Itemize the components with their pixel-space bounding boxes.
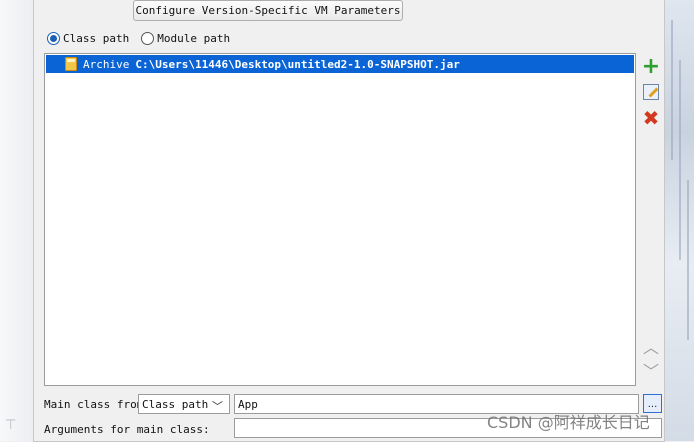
move-up-button[interactable]: ︿ (640, 337, 662, 359)
main-class-source-value: Class path (142, 397, 209, 411)
main-class-value: App (238, 397, 258, 411)
class-path-radio[interactable] (47, 31, 60, 45)
entry-path: C:\Users\11446\Desktop\untitled2-1.0-SNA… (135, 57, 460, 71)
jar-file-icon (65, 57, 77, 71)
remove-icon: ✖ (642, 106, 660, 130)
left-sidebar-edge: ┬ (0, 0, 33, 441)
move-down-button[interactable]: ﹀ (640, 361, 662, 383)
chevron-down-icon: ﹀ (212, 400, 223, 413)
move-down-icon: ﹀ (642, 362, 659, 381)
edit-entry-button[interactable] (640, 81, 662, 103)
move-up-icon: ︿ (642, 338, 659, 357)
module-path-radio-label[interactable]: Module path (157, 32, 230, 45)
main-class-from-label: Main class from (44, 398, 144, 411)
classpath-entries-list[interactable]: Archive C:\Users\11446\Desktop\untitled2… (44, 53, 636, 386)
background-artwork (665, 0, 694, 441)
remove-entry-button[interactable]: ✖ (640, 107, 662, 129)
edit-icon (643, 84, 659, 100)
add-entry-button[interactable]: + (640, 56, 662, 78)
arguments-label: Arguments for main class: (44, 423, 210, 436)
main-class-source-select[interactable]: Class path ﹀ (138, 394, 230, 414)
add-icon: + (641, 54, 661, 79)
module-path-radio[interactable] (141, 31, 155, 45)
entry-kind: Archive (83, 57, 130, 71)
class-path-radio-label[interactable]: Class path (63, 32, 129, 45)
list-item[interactable]: Archive C:\Users\11446\Desktop\untitled2… (46, 55, 634, 73)
pin-icon: ┬ (6, 411, 16, 429)
watermark-text: CSDN @阿祥成长日记 (487, 413, 650, 432)
path-mode-radio-group: Class path Module path (47, 30, 242, 46)
configure-vm-parameters-button[interactable]: Configure Version-Specific VM Parameters (133, 0, 403, 21)
